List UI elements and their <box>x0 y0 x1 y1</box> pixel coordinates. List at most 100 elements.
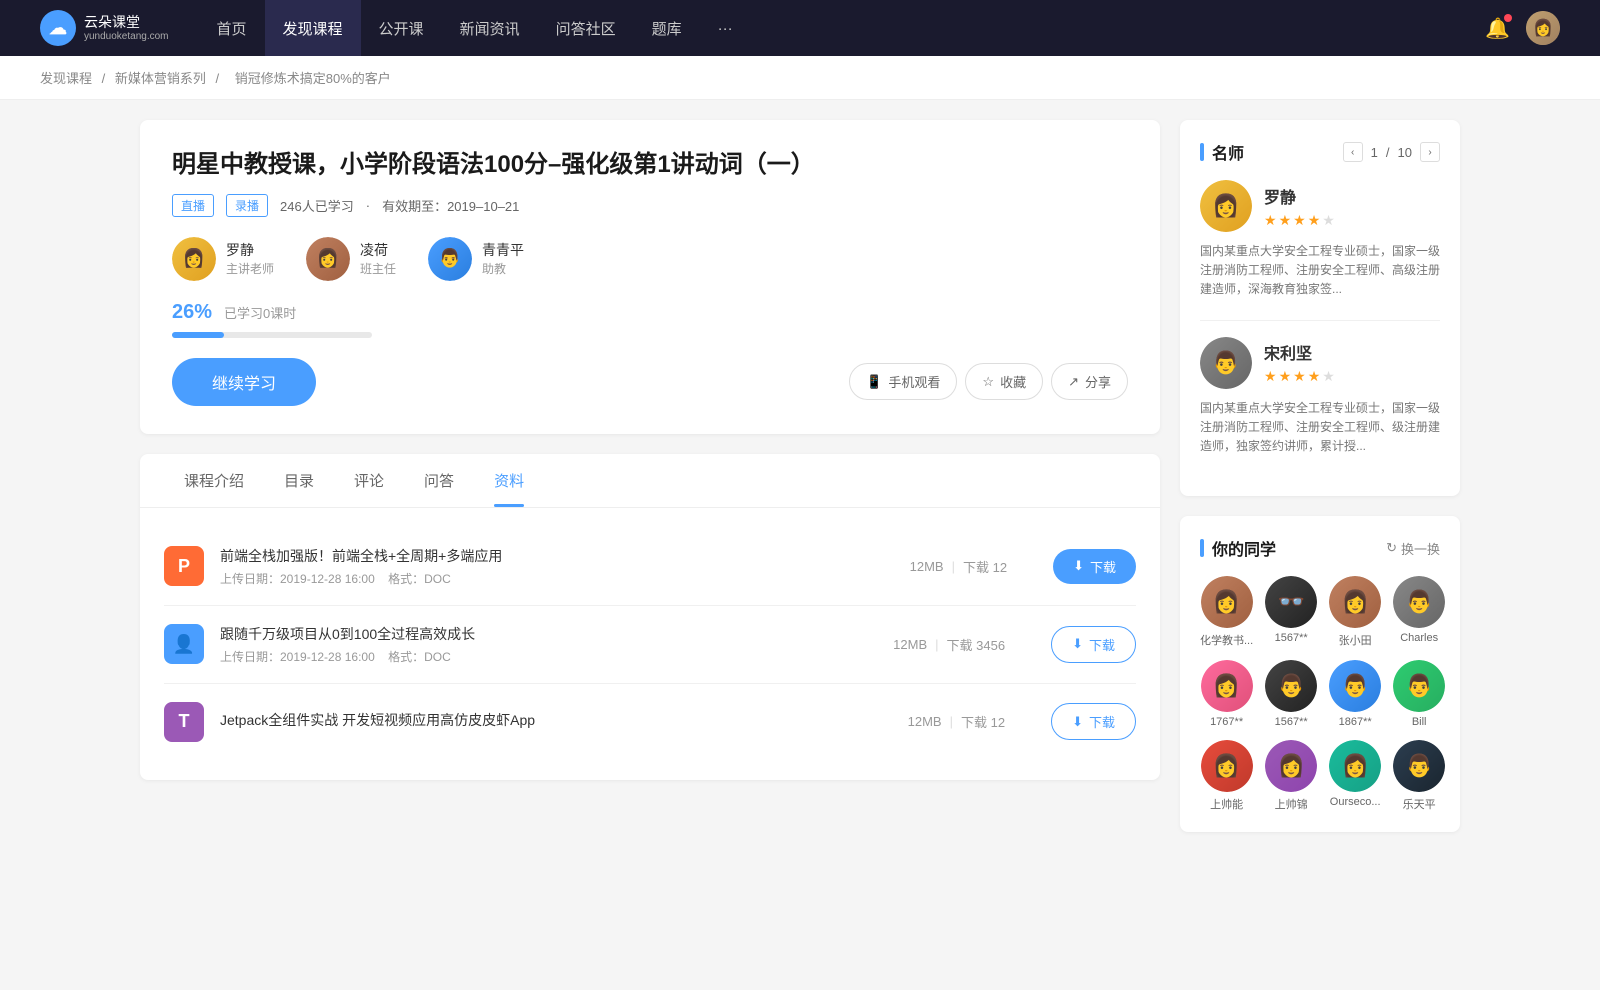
resource-divider-0: | <box>952 559 955 574</box>
student-item-9[interactable]: 👩 上帅锦 <box>1265 740 1317 812</box>
classmates-card-header: 你的同学 ↻ 换一换 <box>1200 536 1440 560</box>
prev-teacher-button[interactable]: ‹ <box>1343 142 1363 162</box>
student-name-7: Bill <box>1412 716 1427 728</box>
student-avatar-4: 👩 <box>1201 660 1253 712</box>
user-avatar[interactable]: 👩 <box>1526 11 1560 45</box>
mobile-view-label: 手机观看 <box>888 372 940 391</box>
course-meta: 直播 录播 246人已学习 · 有效期至：2019–10–21 <box>172 194 1128 217</box>
notification-bell[interactable]: 🔔 <box>1485 16 1510 41</box>
student-item-2[interactable]: 👩 张小田 <box>1329 576 1381 648</box>
teacher-role-2: 助教 <box>482 260 524 277</box>
nav-logo[interactable]: ☁ 云朵课堂 yunduoketang.com <box>40 10 169 46</box>
collect-button[interactable]: ☆ 收藏 <box>965 363 1043 400</box>
logo-icon: ☁ <box>40 10 76 46</box>
teacher-role-0: 主讲老师 <box>226 260 274 277</box>
progress-percent: 26% <box>172 301 212 324</box>
teacher-info-0: 罗静 主讲老师 <box>226 240 274 277</box>
progress-section: 26% 已学习0课时 <box>172 301 1128 338</box>
teacher-avatar-1: 👩 <box>306 237 350 281</box>
course-actions: 继续学习 📱 手机观看 ☆ 收藏 ↗ 分享 <box>172 358 1128 406</box>
teachers-sidebar-card: 名师 ‹ 1 / 10 › 👩 罗静 <box>1180 120 1460 496</box>
breadcrumb-link-series[interactable]: 新媒体营销系列 <box>115 71 206 86</box>
progress-label: 已学习0课时 <box>224 303 296 322</box>
tab-intro[interactable]: 课程介绍 <box>164 454 264 507</box>
resource-divider-1: | <box>935 637 938 652</box>
sidebar-teacher-desc-0: 国内某重点大学安全工程专业硕士，国家一级注册消防工程师、注册安全工程师、高级注册… <box>1200 242 1440 300</box>
sidebar-teacher-top-0: 👩 罗静 ★ ★ ★ ★ ★ <box>1200 180 1440 232</box>
student-name-10: Ourseco... <box>1330 796 1381 808</box>
share-button[interactable]: ↗ 分享 <box>1051 363 1128 400</box>
badge-record: 录播 <box>226 194 268 217</box>
resource-downloads-1: 下载 3456 <box>947 635 1006 654</box>
student-name-3: Charles <box>1400 632 1438 644</box>
sidebar-teacher-0: 👩 罗静 ★ ★ ★ ★ ★ 国内某重点大学安全工程专业硕士，国家一级注册消防工… <box>1200 180 1440 300</box>
resource-size-2: 12MB <box>908 714 942 729</box>
breadcrumb-link-discover[interactable]: 发现课程 <box>40 71 92 86</box>
download-button-0[interactable]: ⬇ 下载 <box>1053 549 1136 584</box>
title-bar-decoration <box>1200 143 1204 161</box>
badge-live: 直播 <box>172 194 214 217</box>
tab-comments[interactable]: 评论 <box>334 454 404 507</box>
sidebar-teacher-info-0: 罗静 ★ ★ ★ ★ ★ <box>1264 184 1335 229</box>
download-button-1[interactable]: ⬇ 下载 <box>1051 626 1136 663</box>
nav-item-more[interactable]: ··· <box>700 0 751 56</box>
resource-date-1: 上传日期：2019-12-28 16:00 <box>220 650 375 664</box>
teacher-avatar-0: 👩 <box>172 237 216 281</box>
student-name-5: 1567** <box>1275 716 1308 728</box>
download-button-2[interactable]: ⬇ 下载 <box>1051 703 1136 740</box>
teachers-list: 👩 罗静 主讲老师 👩 凌荷 班主任 <box>172 237 1128 281</box>
classmates-title-text: 你的同学 <box>1212 536 1276 560</box>
student-avatar-7: 👨 <box>1393 660 1445 712</box>
share-icon: ↗ <box>1068 374 1079 390</box>
refresh-classmates-button[interactable]: ↻ 换一换 <box>1386 539 1440 558</box>
course-card: 明星中教授课，小学阶段语法100分–强化级第1讲动词（一） 直播 录播 246人… <box>140 120 1160 434</box>
nav-item-qa[interactable]: 问答社区 <box>538 0 634 56</box>
student-item-8[interactable]: 👩 上帅能 <box>1200 740 1253 812</box>
teachers-card-header: 名师 ‹ 1 / 10 › <box>1200 140 1440 164</box>
resource-stats-1: 12MB | 下载 3456 <box>893 635 1005 654</box>
refresh-label: 换一换 <box>1401 539 1440 558</box>
resource-title-0: 前端全栈加强版！前端全栈+全周期+多端应用 <box>220 546 864 566</box>
tabs-section: 课程介绍 目录 评论 问答 资料 P 前端全栈加强版！前端全栈+全周期+多端应用… <box>140 454 1160 780</box>
student-item-5[interactable]: 👨 1567** <box>1265 660 1317 728</box>
sidebar-teacher-info-1: 宋利坚 ★ ★ ★ ★ ★ <box>1264 340 1335 385</box>
nav-item-quiz[interactable]: 题库 <box>634 0 700 56</box>
student-item-1[interactable]: 👓 1567** <box>1265 576 1317 648</box>
sidebar-teacher-avatar-0: 👩 <box>1200 180 1252 232</box>
nav-item-news[interactable]: 新闻资讯 <box>442 0 538 56</box>
student-item-0[interactable]: 👩 化学教书... <box>1200 576 1253 648</box>
main-container: 明星中教授课，小学阶段语法100分–强化级第1讲动词（一） 直播 录播 246人… <box>100 100 1500 872</box>
student-item-6[interactable]: 👨 1867** <box>1329 660 1381 728</box>
resource-info-1: 跟随千万级项目从0到100全过程高效成长 上传日期：2019-12-28 16:… <box>220 624 847 665</box>
student-item-11[interactable]: 👨 乐天平 <box>1393 740 1445 812</box>
teachers-sidebar-title: 名师 <box>1200 140 1244 164</box>
nav-item-home[interactable]: 首页 <box>199 0 265 56</box>
student-item-3[interactable]: 👨 Charles <box>1393 576 1445 648</box>
student-item-4[interactable]: 👩 1767** <box>1200 660 1253 728</box>
resource-downloads-2: 下载 12 <box>961 712 1005 731</box>
sidebar-teacher-1: 👨 宋利坚 ★ ★ ★ ★ ★ 国内某重点大学安全工程专业硕士，国家一级注册消防… <box>1200 337 1440 457</box>
resource-item-1: 👤 跟随千万级项目从0到100全过程高效成长 上传日期：2019-12-28 1… <box>164 606 1136 684</box>
tab-qa[interactable]: 问答 <box>404 454 474 507</box>
course-learners: 246人已学习 <box>280 196 354 215</box>
student-item-10[interactable]: 👩 Ourseco... <box>1329 740 1381 812</box>
teacher-item-0: 👩 罗静 主讲老师 <box>172 237 274 281</box>
continue-button[interactable]: 继续学习 <box>172 358 316 406</box>
mobile-icon: 📱 <box>866 374 882 390</box>
download-icon-1: ⬇ <box>1072 636 1083 652</box>
breadcrumb-current: 销冠修炼术搞定80%的客户 <box>235 71 391 86</box>
tab-catalog[interactable]: 目录 <box>264 454 334 507</box>
student-item-7[interactable]: 👨 Bill <box>1393 660 1445 728</box>
sidebar-teacher-top-1: 👨 宋利坚 ★ ★ ★ ★ ★ <box>1200 337 1440 389</box>
next-teacher-button[interactable]: › <box>1420 142 1440 162</box>
mobile-view-button[interactable]: 📱 手机观看 <box>849 363 957 400</box>
nav-item-open[interactable]: 公开课 <box>361 0 442 56</box>
student-avatar-3: 👨 <box>1393 576 1445 628</box>
tab-resources[interactable]: 资料 <box>474 454 544 507</box>
refresh-icon: ↻ <box>1386 540 1397 556</box>
teachers-page-sep: / <box>1386 145 1390 160</box>
nav-item-discover[interactable]: 发现课程 <box>265 0 361 56</box>
student-name-4: 1767** <box>1210 716 1243 728</box>
student-avatar-9: 👩 <box>1265 740 1317 792</box>
student-name-9: 上帅锦 <box>1275 796 1308 812</box>
